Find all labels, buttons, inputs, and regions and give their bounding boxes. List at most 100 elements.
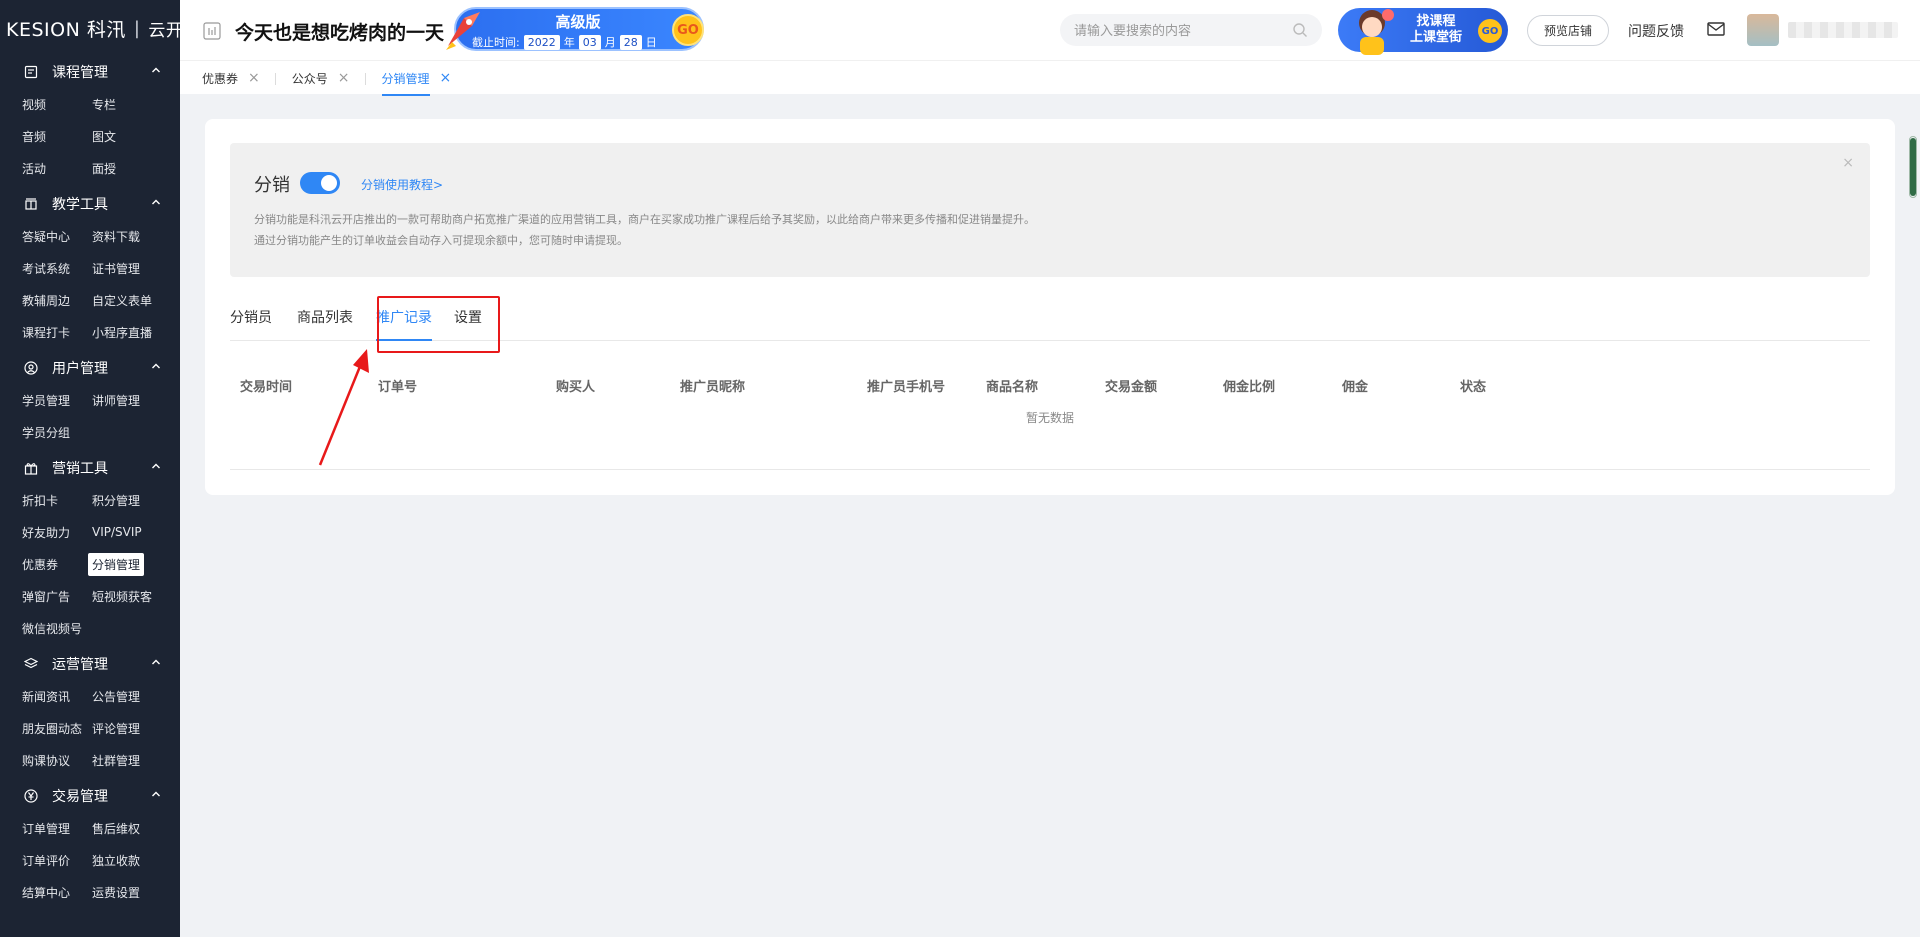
column-header: 商品名称 xyxy=(986,380,1039,395)
sidebar-item[interactable]: 评论管理 xyxy=(92,712,180,744)
sidebar-item[interactable]: 自定义表单 xyxy=(92,284,180,316)
sidebar-group-items: 折扣卡 积分管理 好友助力 VIP/SVIP 优惠券 分销管理 弹窗广告 短视频获客 微信视频号 xyxy=(0,484,180,644)
column-header: 状态 xyxy=(1460,380,1487,395)
sidebar-item-label: 视频 xyxy=(22,97,47,112)
scrollbar-thumb[interactable] xyxy=(1910,138,1916,196)
sidebar-item[interactable]: 订单管理 xyxy=(22,812,92,844)
sidebar-item[interactable]: 考试系统 xyxy=(22,252,92,284)
sidebar-item[interactable]: 音频 xyxy=(22,120,92,152)
sidebar-item[interactable]: 短视频获客 xyxy=(92,580,180,612)
sidebar-item[interactable]: VIP/SVIP xyxy=(92,516,180,548)
sidebar-item[interactable]: 答疑中心 xyxy=(22,220,92,252)
sidebar-item[interactable]: 小程序直播 xyxy=(92,316,180,348)
chevron-up-icon[interactable] xyxy=(150,656,162,672)
course-ad-line1: 找课程 xyxy=(1416,14,1456,29)
sidebar-item[interactable]: 视频 xyxy=(22,88,92,120)
sidebar-item[interactable]: 好友助力 xyxy=(22,516,92,548)
sidebar-item[interactable]: 教辅周边 xyxy=(22,284,92,316)
empty-state: 暂无数据 xyxy=(1025,411,1074,425)
sidebar-item[interactable]: 学员管理 xyxy=(22,384,92,416)
distribution-toggle[interactable] xyxy=(300,172,340,194)
sidebar-group-header[interactable]: 教学工具 xyxy=(0,188,180,220)
chevron-up-icon[interactable] xyxy=(150,196,162,212)
sidebar-group-title: 用户管理 xyxy=(52,361,108,377)
sidebar-item[interactable]: 运费设置 xyxy=(92,876,180,908)
header: 今天也是想吃烤肉的一天 高级版 截止时间: 2022 年 03 月 28 日 G… xyxy=(180,0,1920,60)
sidebar-item[interactable]: 购课协议 xyxy=(22,744,92,776)
sidebar-item[interactable]: 微信视频号 xyxy=(22,612,92,644)
sidebar-item[interactable]: 证书管理 xyxy=(92,252,180,284)
sidebar-item-label: 音频 xyxy=(22,129,47,144)
brand[interactable]: KESION 科汛 | 云开店 xyxy=(0,0,180,56)
subtab[interactable]: 商品列表 xyxy=(297,307,353,327)
sidebar-item[interactable]: 活动 xyxy=(22,152,92,184)
sidebar-item-label: 评论管理 xyxy=(92,721,141,736)
sidebar-group-header[interactable]: 营销工具 xyxy=(0,452,180,484)
promo-go-button[interactable]: GO xyxy=(672,14,704,46)
close-icon[interactable]: × xyxy=(248,71,260,85)
sidebar-item[interactable]: 结算中心 xyxy=(22,876,92,908)
feedback-link[interactable]: 问题反馈 xyxy=(1628,21,1684,41)
sidebar-group-header[interactable]: 交易管理 xyxy=(0,780,180,812)
deadline-month-unit: 月 xyxy=(604,36,616,49)
subtab[interactable]: 分销员 xyxy=(230,307,272,327)
chevron-up-icon[interactable] xyxy=(150,360,162,376)
sidebar-item-label: VIP/SVIP xyxy=(92,525,142,539)
deadline-year-unit: 年 xyxy=(563,36,575,49)
sidebar-item-label: 微信视频号 xyxy=(22,621,83,636)
sidebar-item-label: 课程打卡 xyxy=(22,325,71,340)
sidebar-item[interactable]: 面授 xyxy=(92,152,180,184)
mail-icon[interactable] xyxy=(1706,20,1726,38)
chevron-up-icon[interactable] xyxy=(150,64,162,80)
user-avatar[interactable] xyxy=(1747,14,1779,46)
collapse-menu-icon[interactable] xyxy=(202,21,222,41)
sidebar-item[interactable]: 弹窗广告 xyxy=(22,580,92,612)
sidebar-item[interactable]: 课程打卡 xyxy=(22,316,92,348)
page-tab[interactable]: 公众号 × xyxy=(292,61,366,95)
sidebar-item[interactable]: 订单评价 xyxy=(22,844,92,876)
close-icon[interactable]: × xyxy=(440,71,452,85)
sidebar-item[interactable]: 优惠券 xyxy=(22,548,92,580)
sidebar-item[interactable]: 积分管理 xyxy=(92,484,180,516)
page-tab[interactable]: 优惠券 × xyxy=(202,61,276,95)
user-name-blurred[interactable] xyxy=(1788,22,1898,38)
sidebar-item[interactable]: 学员分组 xyxy=(22,416,92,448)
search-input[interactable] xyxy=(1074,22,1292,38)
sidebar-item[interactable]: 资料下载 xyxy=(92,220,180,252)
column-header: 佣金 xyxy=(1342,380,1369,395)
sidebar-item[interactable]: 分销管理 xyxy=(88,548,180,580)
page-tab[interactable]: 分销管理 × xyxy=(381,61,468,96)
preview-store-button[interactable]: 预览店铺 xyxy=(1527,15,1609,46)
table-bottom-border xyxy=(230,469,1870,470)
search-box xyxy=(1060,14,1322,46)
sidebar-item-label: 结算中心 xyxy=(22,885,71,900)
close-icon[interactable]: × xyxy=(1842,155,1854,171)
version-promo-banner[interactable]: 高级版 截止时间: 2022 年 03 月 28 日 GO xyxy=(442,4,714,54)
sidebar-item[interactable]: 公告管理 xyxy=(92,680,180,712)
close-icon[interactable]: × xyxy=(338,71,350,85)
sidebar-group-header[interactable]: 课程管理 xyxy=(0,56,180,88)
search-icon[interactable] xyxy=(1292,22,1308,38)
sidebar-item-label: 活动 xyxy=(22,161,47,176)
course-street-banner[interactable]: 找课程 上课堂街 GO xyxy=(1338,3,1508,55)
course-ad-go-button[interactable]: GO xyxy=(1478,19,1502,43)
sidebar-item[interactable]: 专栏 xyxy=(92,88,180,120)
sidebar-item-label: 讲师管理 xyxy=(92,393,141,408)
chevron-up-icon[interactable] xyxy=(150,460,162,476)
chevron-up-icon[interactable] xyxy=(150,788,162,804)
sidebar-item[interactable]: 讲师管理 xyxy=(92,384,180,416)
sidebar-item[interactable]: 独立收款 xyxy=(92,844,180,876)
sidebar-item[interactable]: 折扣卡 xyxy=(22,484,92,516)
sidebar-item-label: 专栏 xyxy=(92,97,117,112)
page-tab-label: 公众号 xyxy=(291,71,328,86)
sidebar-item[interactable]: 售后维权 xyxy=(92,812,180,844)
sidebar-item[interactable]: 朋友圈动态 xyxy=(22,712,92,744)
sidebar-group-header[interactable]: 用户管理 xyxy=(0,352,180,384)
sidebar-item[interactable]: 社群管理 xyxy=(92,744,180,776)
sidebar-item-label: 小程序直播 xyxy=(92,325,153,340)
notice-title: 分销 xyxy=(254,175,290,196)
sidebar-item[interactable]: 新闻资讯 xyxy=(22,680,92,712)
tutorial-link[interactable]: 分销使用教程> xyxy=(361,176,443,193)
sidebar-group-header[interactable]: 运营管理 xyxy=(0,648,180,680)
sidebar-item[interactable]: 图文 xyxy=(92,120,180,152)
